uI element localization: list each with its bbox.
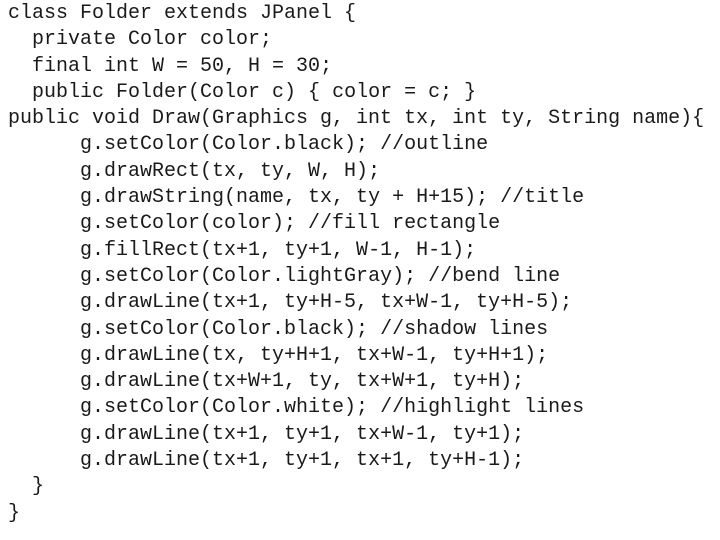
code-text: g.drawLine(tx, ty+H+1, tx+W-1, ty+H+1); bbox=[80, 343, 549, 367]
code-text: final int W = 50, H = 30; bbox=[32, 54, 333, 78]
code-text: g.setColor(color); //fill rectangle bbox=[80, 212, 501, 236]
code-text: g.drawString(name, tx, ty + H+15); //tit… bbox=[80, 186, 585, 210]
code-text: g.drawLine(tx+1, ty+1, tx+1, ty+H-1); bbox=[80, 449, 525, 473]
code-text: g.drawLine(tx+W+1, ty, tx+W+1, ty+H); bbox=[80, 370, 525, 394]
code-text: g.fillRect(tx+1, ty+1, W-1, H-1); bbox=[80, 238, 477, 262]
code-line: g.drawLine(tx, ty+H+1, tx+W-1, ty+H+1); bbox=[8, 343, 704, 369]
code-line: g.setColor(Color.lightGray); //bend line bbox=[8, 264, 704, 290]
code-text: g.drawLine(tx+1, ty+H-5, tx+W-1, ty+H-5)… bbox=[80, 291, 573, 315]
code-text: } bbox=[32, 475, 45, 499]
code-line: g.drawLine(tx+1, ty+H-5, tx+W-1, ty+H-5)… bbox=[8, 290, 704, 316]
code-line: g.drawLine(tx+W+1, ty, tx+W+1, ty+H); bbox=[8, 369, 704, 395]
code-line: g.drawString(name, tx, ty + H+15); //tit… bbox=[8, 185, 704, 211]
code-text: public void Draw(Graphics g, int tx, int… bbox=[8, 107, 705, 131]
code-text: private Color color; bbox=[32, 28, 273, 52]
code-line: g.drawLine(tx+1, ty+1, tx+1, ty+H-1); bbox=[8, 448, 704, 474]
code-text: g.setColor(Color.white); //highlight lin… bbox=[80, 396, 585, 420]
code-text: g.setColor(Color.black); //outline bbox=[80, 133, 489, 157]
code-line: public Folder(Color c) { color = c; } bbox=[8, 80, 704, 106]
code-line: final int W = 50, H = 30; bbox=[8, 54, 704, 80]
code-line: g.setColor(Color.white); //highlight lin… bbox=[8, 395, 704, 421]
code-line: g.drawLine(tx+1, ty+1, tx+W-1, ty+1); bbox=[8, 422, 704, 448]
code-line: class Folder extends JPanel { bbox=[8, 1, 704, 27]
code-line: } bbox=[8, 501, 704, 527]
code-text: public Folder(Color c) { color = c; } bbox=[32, 80, 477, 104]
code-line: public void Draw(Graphics g, int tx, int… bbox=[8, 106, 704, 132]
code-line: g.fillRect(tx+1, ty+1, W-1, H-1); bbox=[8, 238, 704, 264]
code-text: class Folder extends JPanel { bbox=[8, 2, 357, 25]
code-text: g.drawRect(tx, ty, W, H); bbox=[80, 159, 381, 183]
code-line: g.drawRect(tx, ty, W, H); bbox=[8, 159, 704, 185]
code-line: private Color color; bbox=[8, 27, 704, 53]
code-line: } bbox=[8, 474, 704, 500]
code-block: class Folder extends JPanel { private Co… bbox=[8, 1, 704, 527]
code-text: g.drawLine(tx+1, ty+1, tx+W-1, ty+1); bbox=[80, 422, 525, 446]
code-text: g.setColor(Color.lightGray); //bend line bbox=[80, 264, 561, 288]
code-line: g.setColor(Color.black); //outline bbox=[8, 132, 704, 158]
code-text: g.setColor(Color.black); //shadow lines bbox=[80, 317, 549, 341]
code-line: g.setColor(color); //fill rectangle bbox=[8, 211, 704, 237]
code-line: g.setColor(Color.black); //shadow lines bbox=[8, 317, 704, 343]
code-text: } bbox=[8, 501, 21, 525]
